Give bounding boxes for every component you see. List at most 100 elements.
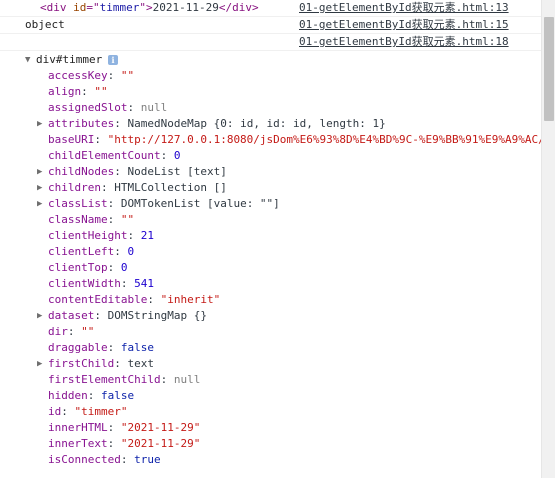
log-line-dir: 01-getElementById获取元素.html:18 bbox=[0, 34, 541, 51]
property-row: hidden: false bbox=[0, 388, 541, 404]
property-row: childElementCount: 0 bbox=[0, 148, 541, 164]
property-entry: dir: "" bbox=[48, 324, 94, 340]
property-separator: : bbox=[94, 309, 108, 322]
property-row: className: "" bbox=[0, 212, 541, 228]
element-text: 2021-11-29 bbox=[152, 1, 219, 14]
scrollbar-thumb[interactable] bbox=[544, 17, 554, 121]
property-value: null bbox=[140, 101, 168, 114]
property-entry: contentEditable: "inherit" bbox=[48, 292, 220, 308]
property-entry: attributes: NamedNodeMap {0: id, id: id,… bbox=[48, 116, 386, 132]
property-row[interactable]: ▶ childNodes: NodeList [text] bbox=[0, 164, 541, 180]
property-key: className bbox=[48, 213, 108, 226]
property-value: null bbox=[173, 373, 201, 386]
property-row: id: "timmer" bbox=[0, 404, 541, 420]
property-key: innerHTML bbox=[48, 421, 108, 434]
property-key: assignedSlot bbox=[48, 101, 128, 114]
property-value: 541 bbox=[134, 277, 154, 290]
property-row: contentEditable: "inherit" bbox=[0, 292, 541, 308]
property-separator: : bbox=[81, 85, 95, 98]
collapsed-triangle-icon[interactable]: ▶ bbox=[37, 164, 42, 180]
vertical-scrollbar[interactable] bbox=[541, 0, 555, 478]
property-key: firstChild bbox=[48, 357, 115, 370]
property-value: "2021-11-29" bbox=[120, 437, 201, 450]
property-row[interactable]: ▶ children: HTMLCollection [] bbox=[0, 180, 541, 196]
log-message: object bbox=[25, 18, 65, 31]
expanded-triangle-icon[interactable]: ▼ bbox=[25, 52, 30, 68]
property-list: accessKey: "" align: "" assignedSlot: null… bbox=[0, 68, 541, 468]
source-link[interactable]: 01-getElementById获取元素.html:13 bbox=[299, 0, 509, 16]
property-entry: children: HTMLCollection [] bbox=[48, 180, 227, 196]
property-key: firstElementChild bbox=[48, 373, 161, 386]
property-entry: childElementCount: 0 bbox=[48, 148, 180, 164]
collapsed-triangle-icon[interactable]: ▶ bbox=[37, 308, 42, 324]
property-value: true bbox=[134, 453, 161, 466]
property-value: 21 bbox=[140, 229, 154, 242]
info-icon[interactable]: i bbox=[108, 55, 118, 65]
property-entry: baseURI: "http://127.0.0.1:8080/jsDom%E6… bbox=[48, 132, 541, 148]
property-key: clientWidth bbox=[48, 277, 121, 290]
source-link[interactable]: 01-getElementById获取元素.html:15 bbox=[299, 17, 509, 33]
property-key: childNodes bbox=[48, 165, 115, 178]
tag-close: </div> bbox=[218, 1, 259, 14]
property-entry: className: "" bbox=[48, 212, 134, 228]
property-entry: dataset: DOMStringMap {} bbox=[48, 308, 207, 324]
property-value: "" bbox=[94, 85, 108, 98]
property-value: 0 bbox=[120, 261, 128, 274]
property-separator: : bbox=[127, 101, 141, 114]
property-row[interactable]: ▶ classList: DOMTokenList [value: ""] bbox=[0, 196, 541, 212]
property-separator: : bbox=[160, 373, 174, 386]
property-entry: clientLeft: 0 bbox=[48, 244, 134, 260]
property-entry: isConnected: true bbox=[48, 452, 161, 468]
property-row[interactable]: ▶ firstChild: text bbox=[0, 356, 541, 372]
property-row: align: "" bbox=[0, 84, 541, 100]
property-key: dir bbox=[48, 325, 68, 338]
property-entry: assignedSlot: null bbox=[48, 100, 167, 116]
property-entry: innerText: "2021-11-29" bbox=[48, 436, 200, 452]
property-separator: : bbox=[87, 389, 101, 402]
property-key: clientLeft bbox=[48, 245, 115, 258]
collapsed-triangle-icon[interactable]: ▶ bbox=[37, 356, 42, 372]
property-value: DOMStringMap {} bbox=[107, 309, 207, 322]
property-separator: : bbox=[147, 293, 161, 306]
property-row: isConnected: true bbox=[0, 452, 541, 468]
property-value: 0 bbox=[173, 149, 181, 162]
property-row[interactable]: ▶ attributes: NamedNodeMap {0: id, id: id… bbox=[0, 116, 541, 132]
property-separator: : bbox=[114, 357, 128, 370]
property-separator: : bbox=[107, 437, 121, 450]
property-key: dataset bbox=[48, 309, 95, 322]
attribute-value: timmer bbox=[99, 1, 140, 14]
property-key: isConnected bbox=[48, 453, 121, 466]
property-key: children bbox=[48, 181, 101, 194]
collapsed-triangle-icon[interactable]: ▶ bbox=[37, 180, 42, 196]
property-separator: : bbox=[107, 341, 121, 354]
property-row[interactable]: ▶ dataset: DOMStringMap {} bbox=[0, 308, 541, 324]
property-separator: : bbox=[114, 117, 128, 130]
property-separator: : bbox=[114, 165, 128, 178]
property-row: clientLeft: 0 bbox=[0, 244, 541, 260]
property-value: false bbox=[101, 389, 135, 402]
log-line-element[interactable]: <div id="timmer">2021-11-29</div> 01-get… bbox=[0, 0, 541, 17]
property-key: clientTop bbox=[48, 261, 108, 274]
object-label: div#timmer bbox=[36, 53, 103, 66]
collapsed-triangle-icon[interactable]: ▶ bbox=[37, 116, 42, 132]
property-value: "2021-11-29" bbox=[120, 421, 201, 434]
object-header[interactable]: ▼ div#timmer i bbox=[0, 52, 541, 68]
property-separator: : bbox=[107, 197, 121, 210]
log-message[interactable]: <div id="timmer">2021-11-29</div> bbox=[40, 0, 259, 16]
collapsed-triangle-icon[interactable]: ▶ bbox=[37, 196, 42, 212]
property-entry: align: "" bbox=[48, 84, 108, 100]
property-value: NodeList [text] bbox=[127, 165, 227, 178]
property-separator: : bbox=[120, 277, 135, 290]
property-key: id bbox=[48, 405, 62, 418]
property-value: "inherit" bbox=[160, 293, 221, 306]
property-value: "" bbox=[81, 325, 95, 338]
property-key: contentEditable bbox=[48, 293, 148, 306]
console-panel: <div id="timmer">2021-11-29</div> 01-get… bbox=[0, 0, 541, 478]
source-link[interactable]: 01-getElementById获取元素.html:18 bbox=[299, 34, 509, 50]
property-row: accessKey: "" bbox=[0, 68, 541, 84]
property-separator: : bbox=[107, 213, 121, 226]
property-key: classList bbox=[48, 197, 108, 210]
property-separator: : bbox=[127, 229, 141, 242]
property-separator: : bbox=[107, 69, 121, 82]
property-row: firstElementChild: null bbox=[0, 372, 541, 388]
